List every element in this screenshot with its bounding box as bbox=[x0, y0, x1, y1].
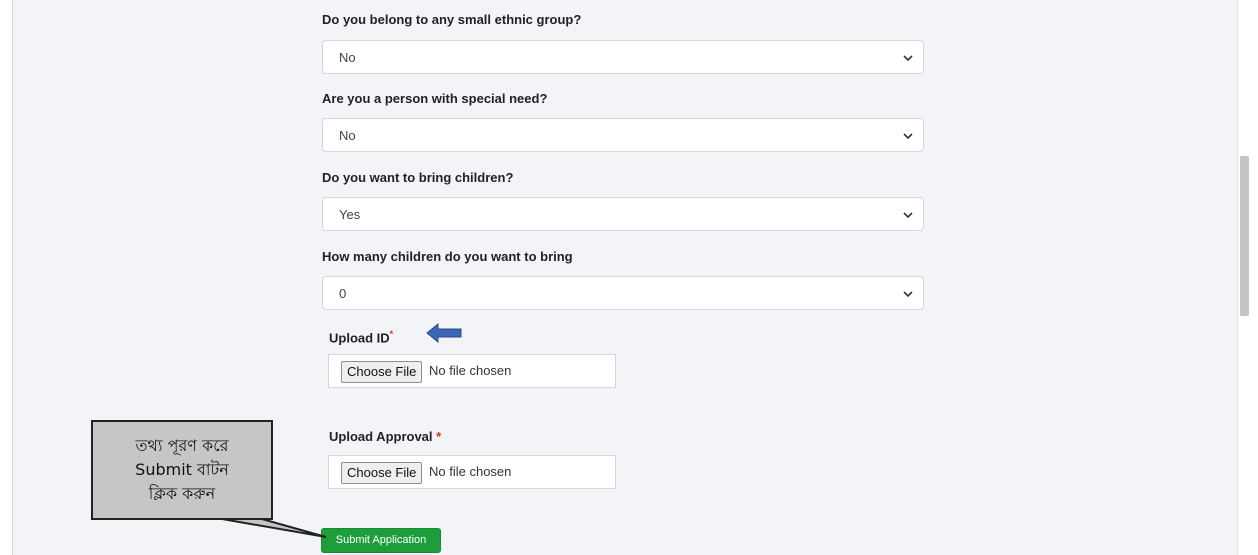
chevron-down-icon bbox=[903, 291, 913, 298]
special-need-value: No bbox=[339, 128, 356, 143]
upload-id-label-text: Upload ID bbox=[329, 330, 390, 346]
ethnic-group-value: No bbox=[339, 50, 356, 65]
required-mark: * bbox=[389, 329, 394, 339]
upload-id-label: Upload ID* bbox=[329, 329, 393, 345]
bring-children-value: Yes bbox=[339, 207, 361, 222]
window-left-edge bbox=[0, 0, 13, 555]
special-need-label: Are you a person with special need? bbox=[322, 91, 548, 106]
upload-approval-label: Upload Approval * bbox=[329, 429, 441, 444]
submit-application-button[interactable]: Submit Application bbox=[321, 528, 441, 553]
upload-id-file-input[interactable]: Choose File No file chosen bbox=[328, 354, 616, 388]
instruction-callout: তথ্য পূরণ করে Submit বাটন ক্লিক করুন bbox=[91, 420, 273, 520]
upload-id-file-status: No file chosen bbox=[429, 363, 512, 378]
children-count-value: 0 bbox=[339, 286, 347, 301]
callout-line-2: Submit বাটন bbox=[135, 460, 229, 479]
upload-approval-label-text: Upload Approval bbox=[329, 429, 433, 444]
bring-children-select[interactable]: Yes bbox=[322, 197, 924, 231]
children-count-label: How many children do you want to bring bbox=[322, 249, 573, 264]
upload-approval-file-status: No file chosen bbox=[429, 464, 512, 479]
ethnic-group-select[interactable]: No bbox=[322, 40, 924, 74]
chevron-down-icon bbox=[903, 212, 913, 219]
window-right-edge bbox=[1251, 0, 1258, 555]
required-mark: * bbox=[436, 429, 442, 444]
children-count-select[interactable]: 0 bbox=[322, 276, 924, 310]
upload-id-choose-file-button[interactable]: Choose File bbox=[341, 361, 423, 383]
upload-approval-file-input[interactable]: Choose File No file chosen bbox=[328, 455, 616, 489]
chevron-down-icon bbox=[903, 133, 913, 140]
left-arrow-icon bbox=[426, 323, 462, 343]
upload-approval-choose-file-button[interactable]: Choose File bbox=[341, 462, 423, 484]
special-need-select[interactable]: No bbox=[322, 118, 924, 152]
callout-line-1: তথ্য পূরণ করে bbox=[135, 436, 229, 455]
ethnic-group-label: Do you belong to any small ethnic group? bbox=[322, 12, 582, 27]
chevron-down-icon bbox=[903, 55, 913, 62]
bring-children-label: Do you want to bring children? bbox=[322, 170, 514, 185]
scrollbar-thumb[interactable] bbox=[1240, 156, 1249, 316]
callout-line-3: ক্লিক করুন bbox=[148, 484, 216, 503]
